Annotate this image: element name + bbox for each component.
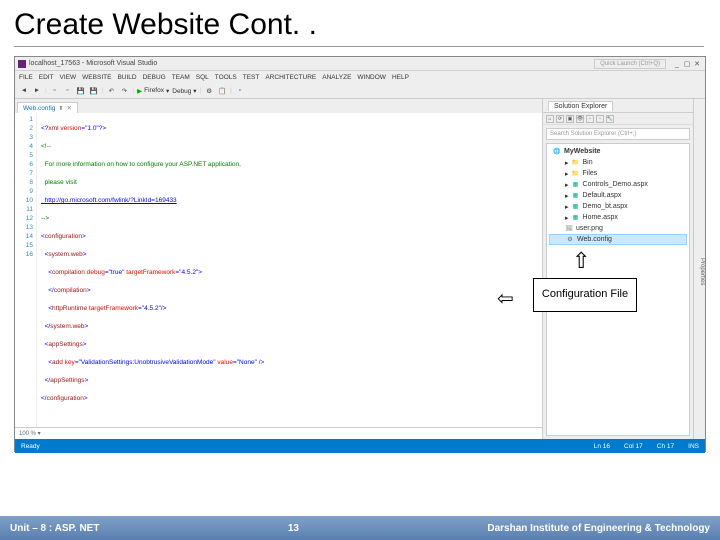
collapse-icon[interactable]: ▣ [566,115,574,123]
minimize-icon: _ [672,61,682,68]
config-dropdown[interactable]: Debug ▾ [172,87,196,95]
document-tab[interactable]: Web.config ⬍ ✕ [17,102,78,113]
nav-back-icon[interactable]: ◄ [19,86,29,96]
save-all-icon[interactable]: 💾 [89,86,99,96]
slide-rule [14,46,704,47]
menu-item[interactable]: SQL [196,74,209,81]
status-bar: Ready Ln 16 Col 17 Ch 17 INS [15,439,705,453]
menu-item[interactable]: BUILD [117,74,136,81]
aspx-icon: ▦ [572,203,580,211]
panel-tab[interactable]: Solution Explorer [543,99,693,113]
menu-item[interactable]: EDIT [39,74,54,81]
tree-item[interactable]: ▸▦Controls_Demo.aspx [549,179,687,190]
editor-area: Web.config ⬍ ✕ 12345678910111213141516 <… [15,99,543,439]
solution-explorer-panel: Solution Explorer ⌂ ⟳ ▣ 👁 ▫ ▫ 🔧 Search S… [543,99,693,439]
zoom-bar[interactable]: 100 % ▾ [15,427,542,439]
close-tab-icon[interactable]: ✕ [66,104,71,112]
window-controls[interactable]: _▢✕ [672,60,702,68]
tree-item-selected[interactable]: ⚙Web.config [549,234,687,245]
status-ready: Ready [21,443,40,450]
tree-item[interactable]: ▸📁Bin [549,157,687,168]
quick-launch-input[interactable]: Quick Launch (Ctrl+Q) [594,59,666,69]
menu-item[interactable]: TEAM [172,74,190,81]
play-icon: ▶ [137,87,142,95]
start-button[interactable]: ▶Firefox▾ [137,87,169,95]
window-titlebar[interactable]: localhost_17563 - Microsoft Visual Studi… [15,57,705,71]
footer-org: Darshan Institute of Engineering & Techn… [487,523,710,534]
maximize-icon: ▢ [682,60,692,68]
folder-icon: 📁 [572,170,580,178]
image-icon: 🖼 [565,225,573,233]
menu-item[interactable]: TOOLS [215,74,237,81]
tool-icon[interactable]: ▫ [235,86,245,96]
callout: Configuration File [533,278,637,312]
open-icon[interactable]: ▫ [63,86,73,96]
tool-icon[interactable]: ⚙ [204,86,214,96]
properties-tab[interactable]: Properties [693,99,705,439]
undo-icon[interactable]: ↶ [106,86,116,96]
panel-toolbar[interactable]: ⌂ ⟳ ▣ 👁 ▫ ▫ 🔧 [543,113,693,125]
tool-icon[interactable]: ▫ [586,115,594,123]
refresh-icon[interactable]: ⟳ [556,115,564,123]
tree-item[interactable]: 🖼user.png [549,223,687,234]
status-ch: Ch 17 [657,443,674,450]
tree-item[interactable]: ▸▦Default.aspx [549,190,687,201]
slide-footer: Unit – 8 : ASP. NET 13 Darshan Institute… [0,516,720,540]
folder-icon: 📁 [572,159,580,167]
show-icon[interactable]: 👁 [576,115,584,123]
toolbar[interactable]: ◄ ► | ▫ ▫ 💾 💾 | ↶ ↷ | ▶Firefox▾ Debug ▾ … [15,83,705,99]
save-icon[interactable]: 💾 [76,86,86,96]
arrow-left-icon: ⇦ [497,286,514,311]
menu-item[interactable]: DEBUG [143,74,166,81]
slide-title: Create Website Cont. . [0,0,720,46]
aspx-icon: ▦ [572,192,580,200]
globe-icon: 🌐 [553,148,561,156]
new-icon[interactable]: ▫ [50,86,60,96]
menu-item[interactable]: TEST [243,74,260,81]
tree-item[interactable]: ▸▦Home.aspx [549,212,687,223]
menu-item[interactable]: WINDOW [357,74,386,81]
pin-icon[interactable]: ⬍ [58,105,63,112]
nav-fwd-icon[interactable]: ► [32,86,42,96]
footer-unit: Unit – 8 : ASP. NET [10,523,99,534]
status-col: Col 17 [624,443,643,450]
line-gutter: 12345678910111213141516 [15,113,37,427]
vs-icon [18,60,26,68]
close-icon: ✕ [692,60,702,68]
properties-icon[interactable]: 🔧 [606,115,614,123]
menu-item[interactable]: WEBSITE [82,74,111,81]
menu-item[interactable]: FILE [19,74,33,81]
arrow-up-icon: ⇧ [572,248,590,274]
menu-item[interactable]: ARCHITECTURE [265,74,316,81]
visual-studio-window: localhost_17563 - Microsoft Visual Studi… [14,56,706,452]
code-content[interactable]: <?xml version="1.0"?> <!-- For more info… [37,113,542,427]
aspx-icon: ▦ [572,214,580,222]
config-icon: ⚙ [566,236,574,244]
redo-icon[interactable]: ↷ [119,86,129,96]
tree-item[interactable]: ▸▦Demo_bt.aspx [549,201,687,212]
footer-page: 13 [288,523,299,534]
menu-bar[interactable]: FILE EDIT VIEW WEBSITE BUILD DEBUG TEAM … [15,71,705,83]
home-icon[interactable]: ⌂ [546,115,554,123]
menu-item[interactable]: HELP [392,74,409,81]
status-line: Ln 16 [594,443,610,450]
aspx-icon: ▦ [572,181,580,189]
window-title: localhost_17563 - Microsoft Visual Studi… [29,60,157,67]
code-editor[interactable]: 12345678910111213141516 <?xml version="1… [15,113,542,427]
tool-icon[interactable]: 📋 [217,86,227,96]
tool-icon[interactable]: ▫ [596,115,604,123]
menu-item[interactable]: ANALYZE [322,74,351,81]
status-ins: INS [688,443,699,450]
document-tabs[interactable]: Web.config ⬍ ✕ [15,99,542,113]
tree-item[interactable]: ▸📁Files [549,168,687,179]
tree-root[interactable]: 🌐MyWebsite [549,146,687,157]
menu-item[interactable]: VIEW [60,74,77,81]
panel-search-input[interactable]: Search Solution Explorer (Ctrl+;) [546,128,690,140]
